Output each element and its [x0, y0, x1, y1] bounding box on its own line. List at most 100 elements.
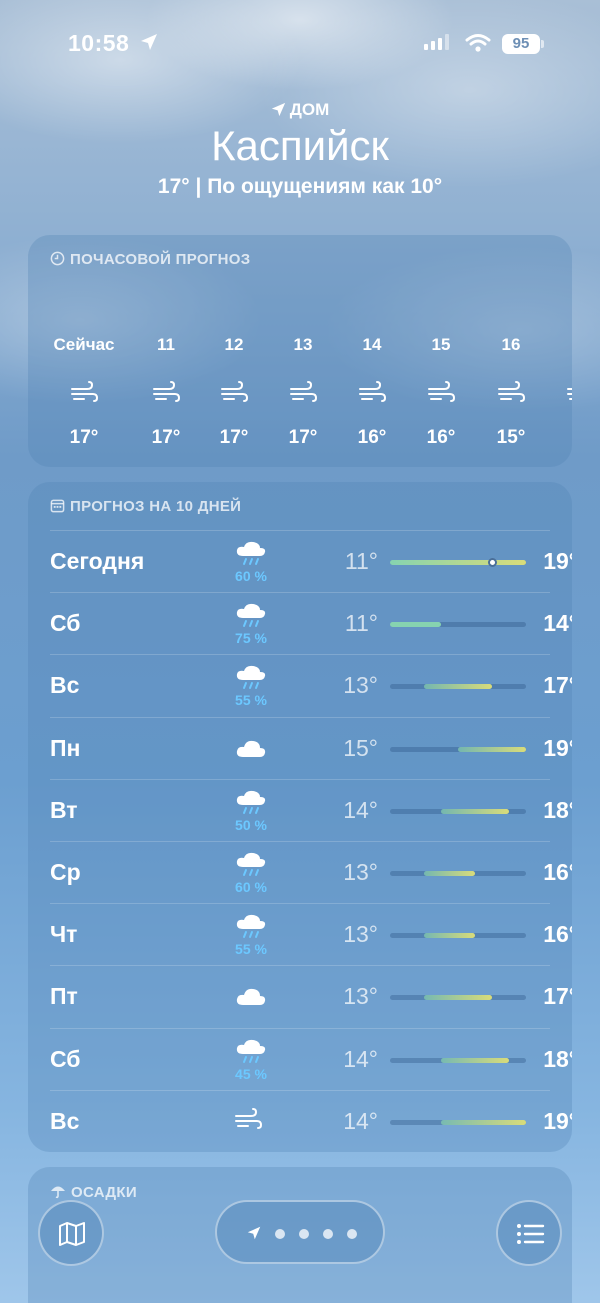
rain-cloud-icon — [234, 912, 268, 940]
day-row[interactable]: Чт 55 % 13° 16° — [50, 903, 572, 965]
day-high-temperature: 16° — [543, 859, 572, 885]
wind-icon — [566, 381, 572, 405]
precipitation-title-text: ОСАДКИ — [71, 1184, 137, 1201]
day-row[interactable]: Ср 60 % 13° 16° — [50, 841, 572, 903]
wind-icon — [220, 381, 249, 405]
map-button[interactable] — [38, 1200, 104, 1266]
temperature-range-bar — [390, 871, 526, 876]
day-row[interactable]: Сб 75 % 11° 14° — [50, 592, 572, 654]
hour-temperature: 17° — [69, 427, 99, 448]
temperature-range-bar — [390, 746, 526, 752]
day-row[interactable]: Сегодня 60 % 11° 19° — [50, 530, 572, 592]
city-list-button[interactable] — [496, 1200, 562, 1266]
precipitation-chance: 60 % — [235, 568, 267, 584]
day-high-temperature: 19° — [543, 734, 572, 761]
precipitation-chance: 50 % — [235, 816, 267, 833]
day-low-temperature: 11° — [344, 548, 378, 574]
wifi-icon — [465, 34, 491, 52]
rain-cloud-icon — [234, 601, 268, 629]
hourly-forecast-card[interactable]: ПОЧАСОВОЙ ПРОГНОЗ Сейчас 17° 11 17° 12 17° 13 1… — [28, 235, 572, 467]
hour-label: 16 — [501, 335, 521, 354]
page-indicator[interactable] — [215, 1200, 385, 1264]
day-low-temperature: 11° — [344, 610, 378, 637]
wind-icon — [70, 381, 99, 405]
temperature-range-bar — [390, 558, 526, 567]
wind-icon — [234, 1107, 268, 1136]
temperature-range-bar — [390, 684, 526, 690]
day-row[interactable]: Вт 50 % 14° 18° — [50, 778, 572, 841]
temperature-range-bar — [390, 1119, 526, 1125]
temperature-range-fill — [424, 871, 475, 876]
battery-indicator: 95 — [502, 34, 540, 54]
cloud-icon — [234, 983, 268, 1011]
wind-icon — [358, 381, 387, 405]
day-name: Ср — [50, 859, 81, 885]
day-high-temperature: 18° — [543, 796, 572, 823]
day-high-temperature: 18° — [543, 1045, 572, 1072]
hour-label: 1 — [540, 335, 572, 357]
hour-label: 14 — [362, 335, 382, 354]
day-low-temperature: 13° — [343, 859, 378, 885]
precipitation-chance: 55 % — [235, 692, 267, 709]
ten-day-title: ПРОГНОЗ НА 10 ДНЕЙ — [50, 498, 241, 515]
hour-column: 16 15° — [471, 335, 551, 449]
temperature-range-fill — [390, 622, 441, 628]
day-name: Вс — [50, 672, 80, 699]
temperature-range-bar — [390, 995, 526, 1001]
day-name: Вс — [50, 1107, 80, 1134]
rain-cloud-icon — [234, 788, 268, 816]
cloud-icon — [234, 735, 268, 763]
ten-day-title-text: ПРОГНОЗ НА 10 ДНЕЙ — [70, 498, 242, 515]
wind-icon — [427, 381, 456, 405]
precipitation-chance: 60 % — [235, 879, 267, 895]
temperature-range-fill — [390, 560, 526, 565]
day-high-temperature: 17° — [543, 983, 572, 1010]
hour-column: 11 — [540, 335, 572, 449]
day-name: Пн — [50, 734, 81, 761]
ten-day-forecast-card[interactable]: ПРОГНОЗ НА 10 ДНЕЙ Сегодня 60 % 11° 19° Сб 75… — [28, 482, 572, 1152]
day-row[interactable]: Сб 45 % 14° 18° — [50, 1027, 572, 1090]
wind-icon — [152, 381, 181, 405]
page-dot[interactable] — [347, 1229, 357, 1239]
wind-icon — [497, 381, 526, 405]
hour-column: 14 16° — [332, 335, 412, 449]
precipitation-chance: 45 % — [235, 1065, 267, 1082]
wind-icon — [289, 381, 318, 405]
page-dot[interactable] — [275, 1229, 285, 1239]
location-label: ДОМ — [0, 100, 600, 120]
calendar-icon — [50, 499, 65, 513]
hour-temperature: 15° — [496, 427, 526, 448]
day-row[interactable]: Вс 55 % 13° 17° — [50, 654, 572, 716]
day-low-temperature: 13° — [343, 921, 378, 948]
page-dot[interactable] — [323, 1229, 333, 1239]
temperature-range-bar — [390, 622, 526, 628]
hour-label: 12 — [224, 335, 244, 354]
temperature-range-bar — [390, 933, 526, 939]
hour-label: 13 — [293, 335, 313, 354]
day-low-temperature: 13° — [343, 672, 378, 699]
page-dot[interactable] — [299, 1229, 309, 1239]
temperature-range-fill — [424, 995, 492, 1001]
current-temperature-dot — [488, 558, 497, 567]
temperature-range-bar — [390, 808, 526, 814]
hour-temperature: 17° — [219, 427, 249, 448]
location-arrow-icon — [247, 1226, 261, 1240]
map-icon — [59, 1222, 85, 1246]
hour-column: 12 17° — [194, 335, 274, 449]
hour-temperature: 16° — [426, 427, 456, 448]
precipitation-chance: 55 % — [235, 941, 267, 958]
umbrella-icon — [51, 1186, 65, 1199]
day-high-temperature: 14° — [543, 610, 572, 637]
day-row[interactable]: Пт 13° 17° — [50, 965, 572, 1027]
status-time: 10:58 — [68, 30, 130, 56]
day-high-temperature: 19° — [543, 1107, 572, 1134]
temperature-range-fill — [424, 933, 475, 939]
hour-column: Сейчас 17° — [44, 335, 124, 449]
cellular-signal-icon — [424, 34, 449, 50]
hour-label: Сейчас — [53, 335, 115, 354]
day-low-temperature: 14° — [343, 796, 378, 823]
day-row[interactable]: Пн 15° 19° — [50, 716, 572, 779]
day-low-temperature: 14° — [343, 1045, 378, 1072]
day-row[interactable]: Вс 14° 19° — [50, 1089, 572, 1152]
temperature-range-fill — [441, 1119, 526, 1125]
